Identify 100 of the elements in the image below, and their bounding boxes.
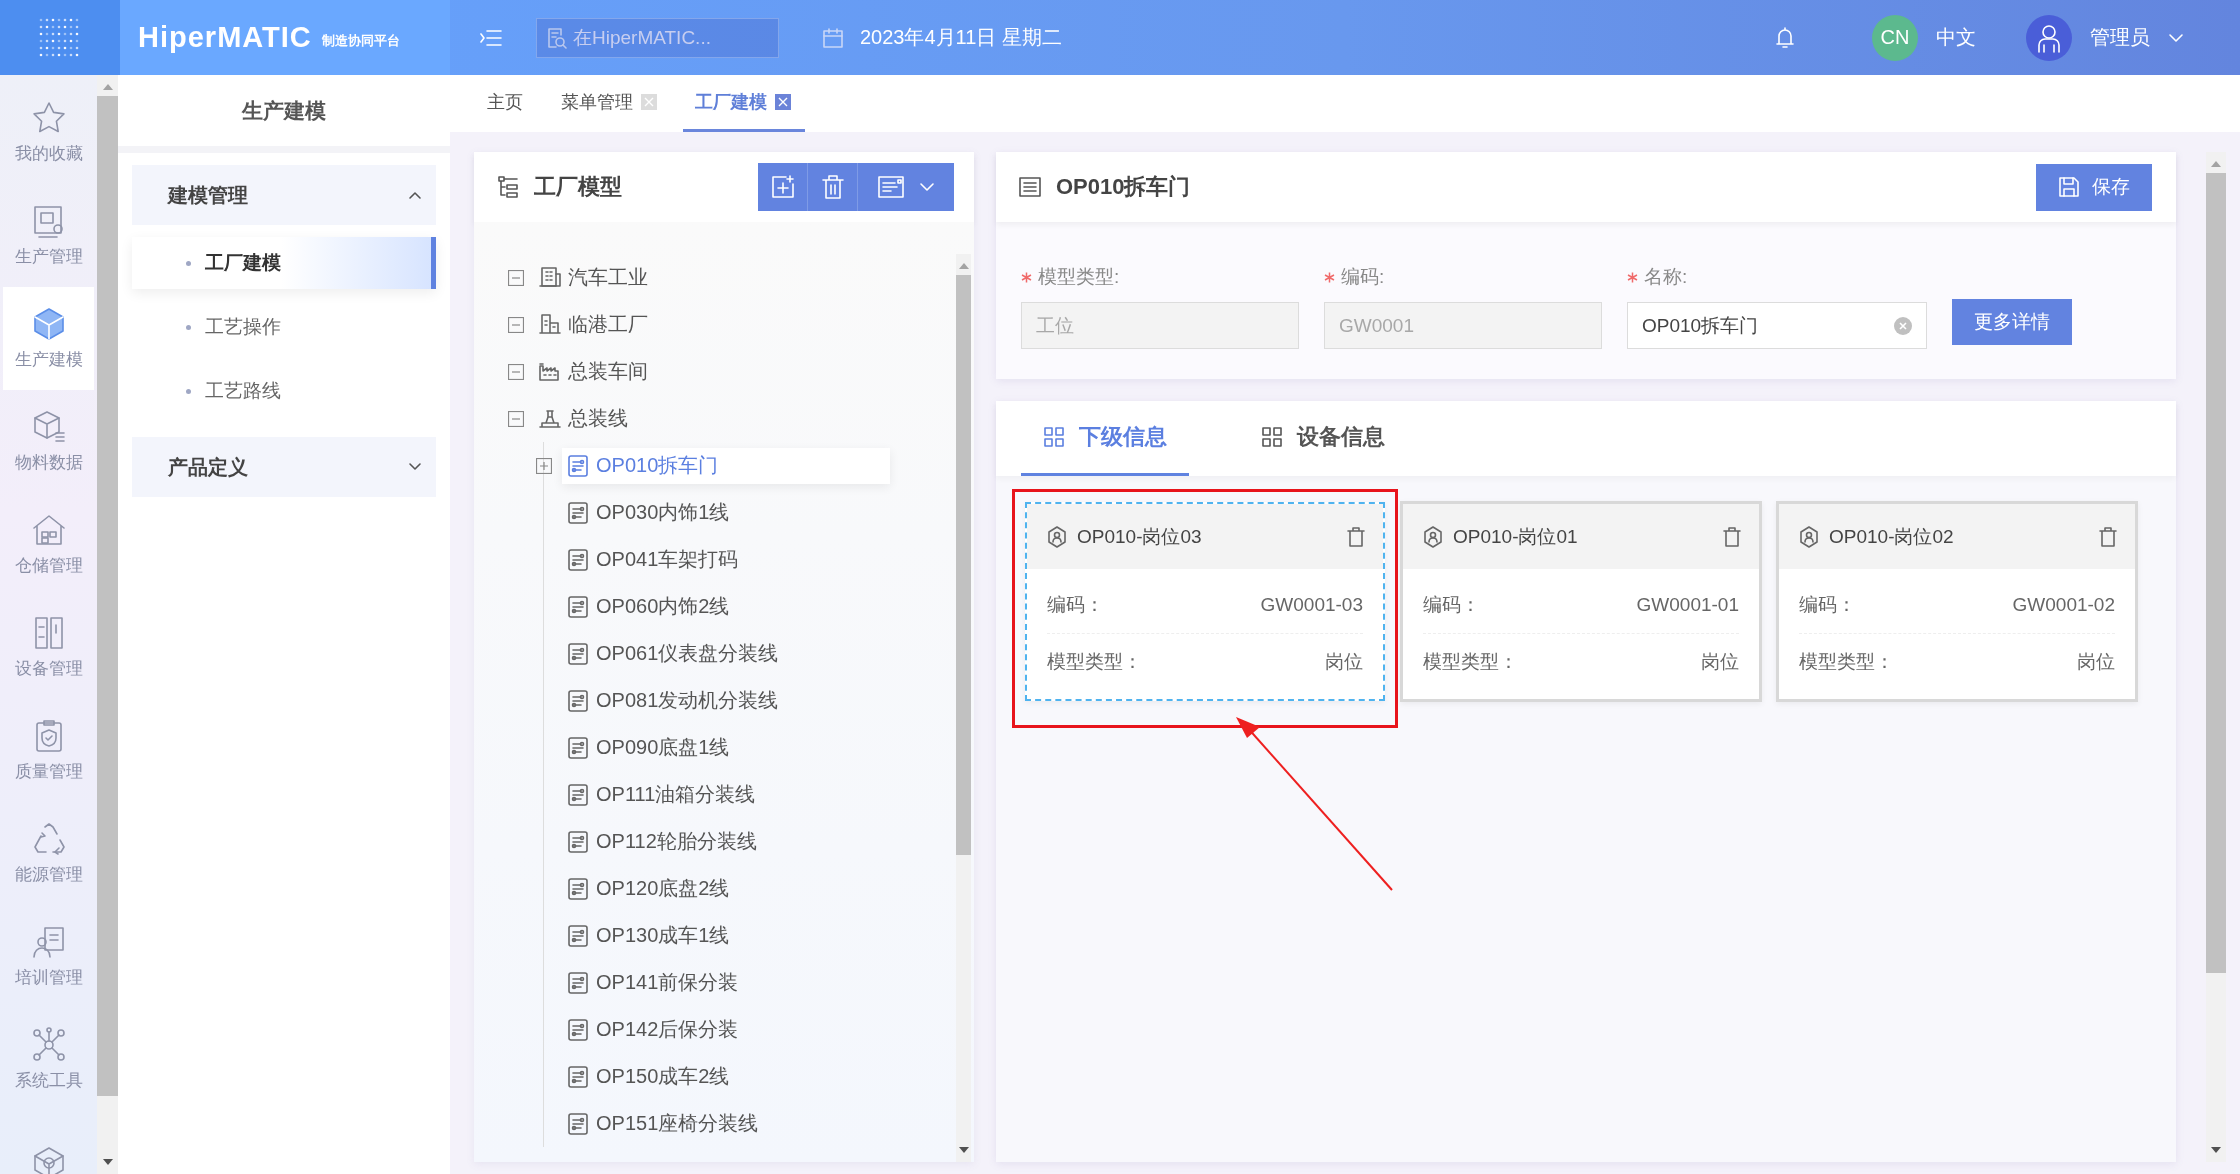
tab[interactable]: 工厂建模 bbox=[683, 75, 805, 132]
collapse-toggle[interactable] bbox=[508, 269, 524, 286]
tree-item[interactable]: OP030内饰1线 bbox=[562, 494, 738, 531]
panel-title: 工厂模型 bbox=[534, 173, 622, 201]
input-field: GW0001 bbox=[1324, 302, 1602, 349]
form-icon bbox=[877, 175, 905, 199]
presenter-icon bbox=[30, 924, 67, 960]
station-icon bbox=[566, 1017, 590, 1042]
chevron-down-icon bbox=[919, 182, 935, 192]
tree-item[interactable]: OP041车架打码 bbox=[562, 541, 747, 578]
list-icon bbox=[1018, 176, 1042, 198]
tree-item[interactable]: OP081发动机分装线 bbox=[562, 682, 787, 719]
warehouse-icon bbox=[30, 512, 67, 548]
tree-item[interactable]: OP142后保分装 bbox=[562, 1011, 747, 1048]
scrollbar[interactable] bbox=[97, 75, 118, 1174]
grid-icon bbox=[1043, 426, 1065, 448]
tree-item[interactable]: OP112轮胎分装线 bbox=[562, 823, 765, 860]
search-icon bbox=[547, 26, 567, 49]
more-details-button[interactable]: 更多详情 bbox=[1952, 299, 2072, 345]
card-title: OP010-岗位02 bbox=[1829, 524, 1954, 549]
tree-structure-icon bbox=[496, 175, 520, 199]
field-label: 名称: bbox=[1644, 265, 1688, 289]
station-card[interactable]: OP010-岗位02 编码： GW0001-02 模型类型： 岗位 bbox=[1776, 501, 2138, 702]
field-label: 编码: bbox=[1341, 265, 1385, 289]
tree-item[interactable]: OP150成车2线 bbox=[562, 1058, 738, 1095]
tree-item[interactable]: OP061仪表盘分装线 bbox=[562, 635, 787, 672]
scrollbar[interactable] bbox=[956, 254, 971, 1162]
tab[interactable]: 设备信息 bbox=[1239, 401, 1407, 476]
collapse-toggle[interactable] bbox=[508, 316, 524, 333]
field-label: 编码： bbox=[1799, 593, 1856, 617]
field-label: 模型类型: bbox=[1038, 265, 1120, 289]
field-value: 岗位 bbox=[1325, 649, 1363, 674]
field-value: 岗位 bbox=[2077, 649, 2115, 674]
save-icon bbox=[2058, 176, 2080, 198]
tree-item[interactable]: 总装车间 bbox=[534, 353, 656, 390]
menu-item[interactable]: 工厂建模 bbox=[132, 237, 436, 289]
save-button[interactable]: 保存 bbox=[2036, 163, 2152, 211]
menu-icon bbox=[480, 28, 502, 47]
tree-item[interactable]: 总装线 bbox=[534, 400, 636, 437]
tree-item[interactable]: OP151座椅分装线 bbox=[562, 1105, 767, 1142]
station-card[interactable]: OP010-岗位01 编码： GW0001-01 模型类型： 岗位 bbox=[1400, 501, 1762, 702]
field-label: 编码： bbox=[1423, 593, 1480, 617]
station-icon bbox=[566, 547, 590, 572]
expand-toggle[interactable] bbox=[536, 457, 552, 474]
chevron-down-icon bbox=[2168, 32, 2184, 43]
field-label: 模型类型： bbox=[1799, 649, 1894, 674]
network-icon bbox=[30, 1027, 67, 1063]
chevron-down-icon bbox=[408, 462, 422, 472]
tree-item[interactable]: OP120底盘2线 bbox=[562, 870, 738, 907]
input-field[interactable]: OP010拆车门 bbox=[1627, 302, 1927, 349]
tree-item[interactable]: OP111油箱分装线 bbox=[562, 776, 764, 813]
tree-item[interactable]: 临港工厂 bbox=[534, 306, 656, 343]
tab[interactable]: 菜单管理 bbox=[549, 75, 671, 132]
field-label: 模型类型： bbox=[1047, 649, 1142, 674]
tree-item[interactable]: OP010拆车门 bbox=[562, 447, 890, 484]
factory-icon bbox=[538, 312, 562, 337]
menu-item[interactable]: 工艺操作 bbox=[132, 301, 436, 353]
bell-icon bbox=[1774, 25, 1796, 50]
field-label: 模型类型： bbox=[1423, 649, 1518, 674]
tree-item[interactable]: OP090底盘1线 bbox=[562, 729, 738, 766]
field-value: 岗位 bbox=[1701, 649, 1739, 674]
user-badge-icon bbox=[1047, 525, 1067, 548]
station-icon bbox=[566, 923, 590, 948]
station-icon bbox=[566, 500, 590, 525]
building-icon bbox=[538, 265, 562, 290]
field-value: GW0001-01 bbox=[1636, 594, 1739, 616]
date-text: 2023年4月11日 星期二 bbox=[860, 25, 1062, 50]
close-icon[interactable] bbox=[775, 94, 791, 110]
clear-icon[interactable] bbox=[1894, 316, 1912, 335]
chevron-up-icon bbox=[408, 190, 422, 200]
station-icon bbox=[566, 641, 590, 666]
menu-group[interactable]: 建模管理 bbox=[132, 165, 436, 225]
logo-subtitle: 制造协同平台 bbox=[321, 31, 400, 50]
trash-icon[interactable] bbox=[1347, 526, 1365, 547]
avatar[interactable] bbox=[2026, 14, 2072, 61]
menu-group[interactable]: 产品定义 bbox=[132, 437, 436, 497]
collapse-toggle[interactable] bbox=[508, 363, 524, 380]
tab[interactable]: 主页 bbox=[475, 75, 537, 132]
station-icon bbox=[566, 782, 590, 807]
trash-icon[interactable] bbox=[1723, 526, 1741, 547]
tab[interactable]: 下级信息 bbox=[1021, 401, 1189, 476]
grid-icon bbox=[1261, 426, 1283, 448]
user-icon bbox=[2036, 22, 2062, 53]
station-icon bbox=[566, 453, 590, 478]
trash-icon[interactable] bbox=[2099, 526, 2117, 547]
station-icon bbox=[566, 1064, 590, 1089]
station-icon bbox=[566, 688, 590, 713]
add-icon bbox=[769, 174, 796, 200]
station-icon bbox=[566, 829, 590, 854]
collapse-toggle[interactable] bbox=[508, 410, 524, 427]
menu-item[interactable]: 工艺路线 bbox=[132, 365, 436, 417]
scrollbar[interactable] bbox=[2206, 152, 2226, 1162]
tree-item[interactable]: OP130成车1线 bbox=[562, 917, 738, 954]
tree-item[interactable]: 汽车工业 bbox=[534, 259, 656, 296]
field-value: GW0001-03 bbox=[1260, 594, 1363, 616]
station-icon bbox=[566, 1111, 590, 1136]
tree-item[interactable]: OP060内饰2线 bbox=[562, 588, 738, 625]
tree-item[interactable]: OP141前保分装 bbox=[562, 964, 747, 1001]
station-icon bbox=[566, 594, 590, 619]
station-card[interactable]: OP010-岗位03 编码： GW0001-03 模型类型： 岗位 bbox=[1025, 502, 1385, 701]
